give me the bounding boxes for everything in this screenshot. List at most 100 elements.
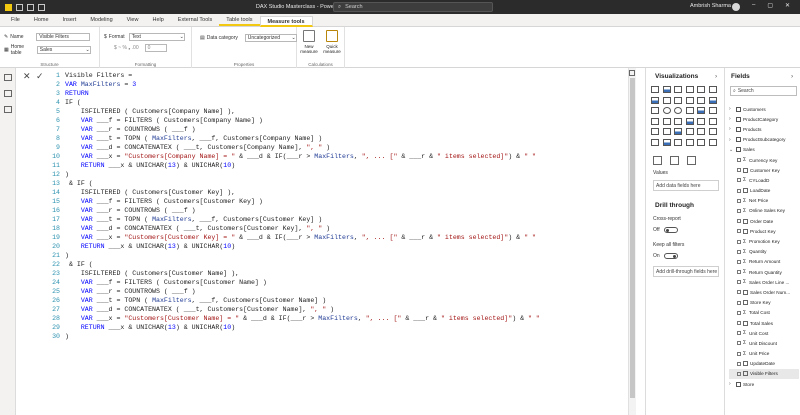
visual-type-icon[interactable] (662, 107, 671, 114)
field-item[interactable]: Store Key (729, 298, 799, 308)
visual-type-icon[interactable] (662, 128, 671, 135)
visual-type-icon[interactable] (697, 96, 705, 104)
code-line[interactable]: 7 VAR ___r = COUNTROWS ( ___f ) (50, 125, 630, 134)
code-line[interactable]: 10 VAR ___x = "Customers[Company Name] =… (50, 152, 630, 161)
code-line[interactable]: 19 VAR ___x = "Customers[Customer Key] =… (50, 233, 630, 242)
visual-type-icon[interactable] (708, 117, 717, 125)
code-line[interactable]: 1 Visible Filters = (50, 71, 630, 80)
keep-filters-toggle[interactable] (664, 253, 678, 259)
field-item[interactable]: Product Key (729, 226, 799, 236)
quick-measure-button[interactable]: Quick measure (321, 30, 343, 54)
code-line[interactable]: 17 VAR ___t = TOPN ( MaxFilters, ___f, C… (50, 215, 630, 224)
code-line[interactable]: 5 ISFILTERED ( Customers[Company Name] )… (50, 107, 630, 116)
field-item[interactable]: Order Date (729, 216, 799, 226)
cross-report-toggle[interactable] (664, 227, 678, 233)
field-item[interactable]: Σ Currency Key (729, 155, 799, 165)
visual-type-icon[interactable] (685, 96, 694, 104)
tab-modeling[interactable]: Modeling (83, 15, 119, 26)
maximize-icon[interactable]: ▢ (767, 2, 773, 9)
field-item[interactable]: UpdateDate (729, 359, 799, 369)
home-table-select[interactable]: Sales ⌄ (36, 46, 91, 54)
measure-name-input[interactable]: Visible Filters (36, 33, 91, 41)
field-item[interactable]: LoadDate (729, 186, 799, 196)
visual-type-icon[interactable] (674, 107, 682, 114)
decimal-places-input[interactable]: 0 (144, 44, 167, 52)
visual-type-icon[interactable] (697, 128, 705, 135)
search-box[interactable]: ⌕ Search (333, 2, 493, 12)
tab-view[interactable]: View (120, 15, 146, 26)
visual-type-icon[interactable] (708, 86, 717, 93)
visual-type-icon[interactable] (697, 117, 705, 125)
close-icon[interactable]: ✕ (785, 2, 790, 9)
new-measure-button[interactable]: New measure (298, 30, 320, 54)
tab-file[interactable]: File (4, 15, 27, 26)
code-line[interactable]: 21) (50, 251, 630, 260)
visual-type-icon[interactable] (651, 96, 659, 104)
visual-type-icon[interactable] (651, 128, 659, 135)
field-item[interactable]: Customer Key (729, 165, 799, 175)
code-line[interactable]: 23 ISFILTERED ( Customers[Customer Name]… (50, 269, 630, 278)
code-line[interactable]: 6 VAR ___f = FILTERS ( Customers[Company… (50, 116, 630, 125)
visual-type-icon[interactable] (651, 138, 659, 146)
visual-type-icon[interactable] (708, 138, 717, 146)
data-view-icon[interactable] (4, 90, 12, 97)
field-item[interactable]: Σ Return Amount (729, 257, 799, 267)
collapse-pane-icon[interactable]: › (791, 73, 793, 80)
code-line[interactable]: 18 VAR ___d = CONCATENATEX ( ___t, Custo… (50, 224, 630, 233)
visual-type-icon[interactable] (697, 86, 705, 93)
formula-scrollbar[interactable] (628, 68, 636, 415)
field-item[interactable]: Sales Order Num... (729, 287, 799, 297)
field-table[interactable]: › Customers (729, 104, 799, 114)
code-line[interactable]: 8 VAR ___t = TOPN ( MaxFilters, ___f, Cu… (50, 134, 630, 143)
number-format-buttons[interactable]: $ ~ % ❟ .00 (114, 45, 139, 51)
code-line[interactable]: 9 VAR ___d = CONCATENATEX ( ___t, Custom… (50, 143, 630, 152)
field-item[interactable]: Σ Sales Order Line ... (729, 277, 799, 287)
model-view-icon[interactable] (4, 106, 12, 113)
field-item[interactable]: Σ Net Price (729, 196, 799, 206)
code-line[interactable]: 20 RETURN ___x & UNICHAR(13) & UNICHAR(1… (50, 242, 630, 251)
visual-type-icon[interactable] (662, 117, 671, 125)
user-name[interactable]: Ambrish Sharma (690, 3, 731, 9)
code-line[interactable]: 3 RETURN (50, 89, 630, 98)
data-category-select[interactable]: Uncategorized ⌄ (244, 34, 297, 42)
field-item[interactable]: Σ Promotion Key (729, 236, 799, 246)
code-line[interactable]: 25 VAR ___r = COUNTROWS ( ___f ) (50, 287, 630, 296)
code-line[interactable]: 11 RETURN ___x & UNICHAR(13) & UNICHAR(1… (50, 161, 630, 170)
field-item[interactable]: Σ CYLoadD (729, 175, 799, 185)
field-table[interactable]: › ProductSubcategory (729, 135, 799, 145)
visual-type-icon[interactable] (708, 96, 717, 104)
visual-type-icon[interactable] (708, 128, 717, 135)
code-line[interactable]: 13 & IF ( (50, 179, 630, 188)
field-table[interactable]: › ProductCategory (729, 114, 799, 124)
code-line[interactable]: 14 ISFILTERED ( Customers[Customer Key] … (50, 188, 630, 197)
visual-type-icon[interactable] (708, 107, 717, 114)
code-line[interactable]: 29 RETURN ___x & UNICHAR(13) & UNICHAR(1… (50, 323, 630, 332)
visual-type-icon[interactable] (674, 117, 682, 125)
visual-type-icon[interactable] (674, 96, 682, 104)
visual-type-icon[interactable] (685, 117, 694, 125)
field-item[interactable]: Visible Filters (729, 368, 799, 380)
save-icon[interactable] (16, 3, 23, 11)
field-item[interactable]: Total Sales (729, 318, 799, 328)
visual-type-icon[interactable] (651, 86, 659, 93)
tab-measure-tools[interactable]: Measure tools (259, 16, 313, 27)
code-line[interactable]: 2 VAR MaxFilters = 3 (50, 80, 630, 89)
tab-insert[interactable]: Insert (56, 15, 84, 26)
field-item[interactable]: Σ Unit Cost (729, 328, 799, 338)
code-line[interactable]: 30) (50, 332, 630, 341)
report-view-icon[interactable] (4, 74, 12, 81)
code-line[interactable]: 24 VAR ___f = FILTERS ( Customers[Custom… (50, 278, 630, 287)
visual-type-icon[interactable] (662, 86, 671, 93)
code-line[interactable]: 28 VAR ___x = "Customers[Customer Name] … (50, 314, 630, 323)
visual-type-icon[interactable] (662, 96, 671, 104)
scrollbar-thumb[interactable] (630, 78, 635, 398)
cancel-formula-icon[interactable]: ✕ (23, 71, 31, 82)
field-item[interactable]: Σ Unit Price (729, 349, 799, 359)
format-select[interactable]: Text ⌄ (128, 33, 185, 41)
code-line[interactable]: 22 & IF ( (50, 260, 630, 269)
dax-code[interactable]: 1 Visible Filters = 2 VAR MaxFilters = 3 3 RE… (50, 71, 630, 341)
code-line[interactable]: 16 VAR ___r = COUNTROWS ( ___f ) (50, 206, 630, 215)
analytics-icon[interactable] (687, 156, 696, 165)
code-line[interactable]: 15 VAR ___f = FILTERS ( Customers[Custom… (50, 197, 630, 206)
visual-type-icon[interactable] (685, 107, 694, 114)
